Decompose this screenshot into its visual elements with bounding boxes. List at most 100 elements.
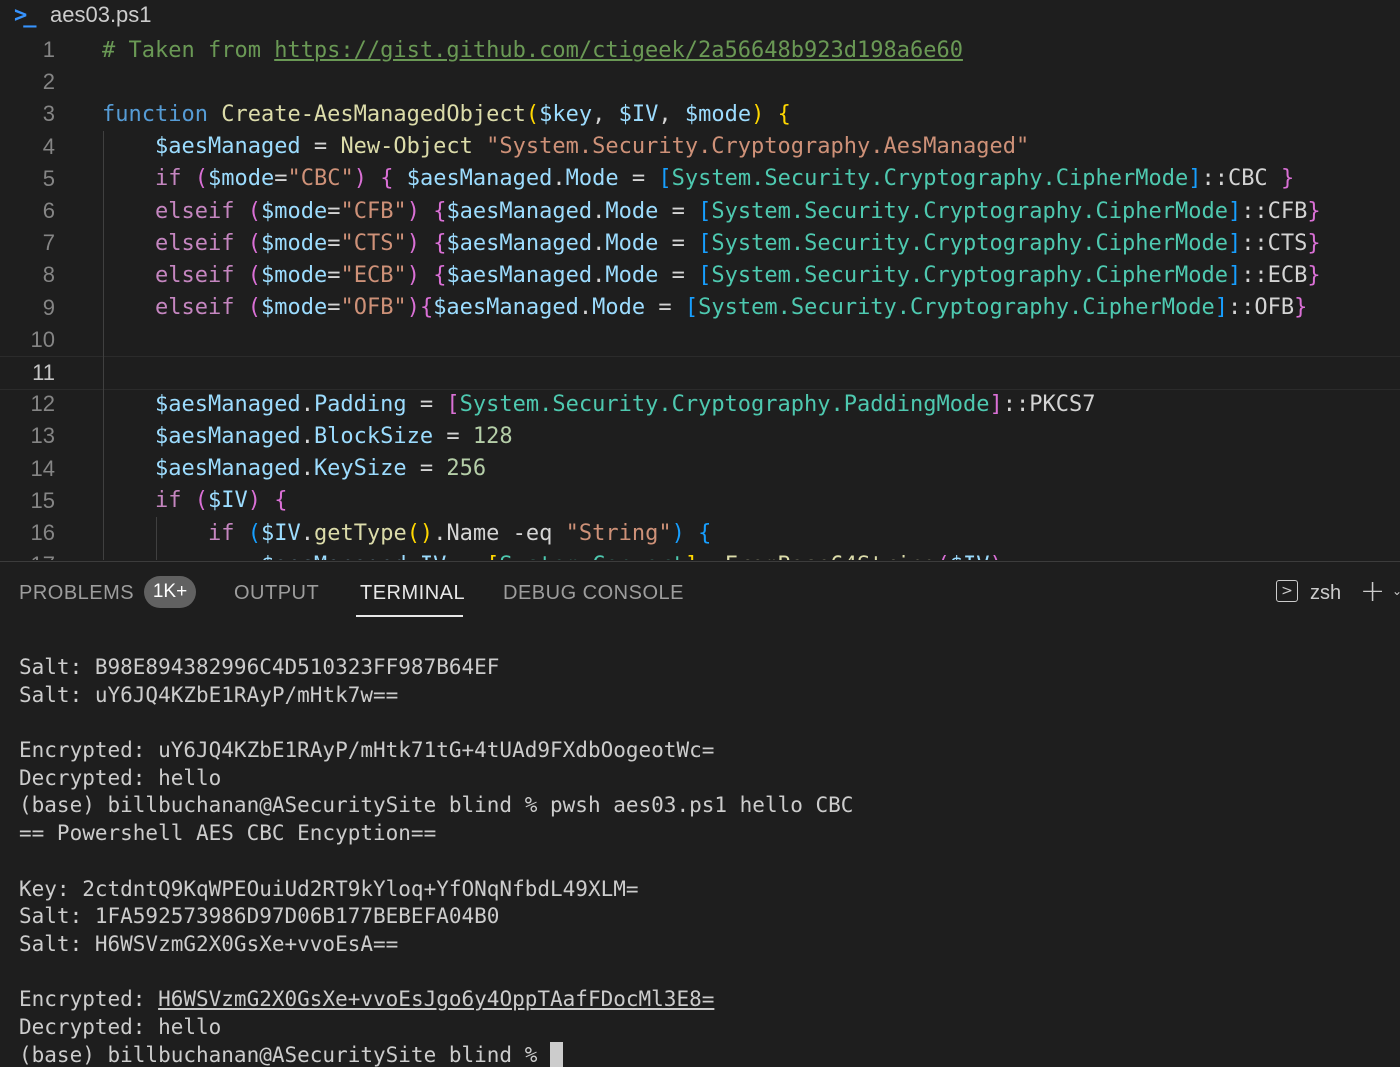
code-line[interactable]: 3 function Create-AesManagedObject($key, … (0, 98, 1400, 130)
code-token: . (433, 520, 447, 546)
line-number: 6 (42, 198, 55, 223)
code-token: ( (194, 488, 208, 514)
code-line[interactable]: 2 (0, 66, 1400, 98)
code-token: ( (247, 295, 261, 321)
code-token: = (274, 166, 288, 192)
code-token: ::CFB (1241, 198, 1308, 224)
encrypted-output-link[interactable]: H6WSVzmG2X0GsXe+vvoEsJgo6y4OppTAafFDocMl… (158, 987, 714, 1011)
code-token: ::FromBase64String (698, 553, 936, 560)
code-text: $aesManaged.BlockSize = 128 (102, 424, 513, 449)
code-line[interactable]: 1 # Taken from https://gist.github.com/ct… (0, 34, 1400, 66)
tab-problems[interactable]: PROBLEMS (19, 582, 134, 605)
shell-name-label[interactable]: zsh (1310, 582, 1341, 605)
line-number: 7 (42, 230, 55, 256)
code-token: { (777, 101, 791, 127)
code-line[interactable]: 15 if ($IV) { (0, 485, 1400, 517)
code-text: elseif ($mode="OFB"){$aesManaged.Mode = … (102, 295, 1307, 320)
code-token: elseif (154, 262, 235, 288)
code-line[interactable]: 7 elseif ($mode="CTS") {$aesManaged.Mode… (0, 227, 1400, 259)
problems-count-badge: 1K+ (144, 576, 196, 608)
code-token: $IV (950, 553, 990, 560)
tab-output[interactable]: OUTPUT (234, 582, 319, 605)
editor-tab[interactable]: >_ aes03.ps1 (0, 0, 1400, 30)
code-token: $mode (260, 198, 328, 224)
code-token: = (300, 134, 341, 160)
code-text: if ($mode="CBC") { $aesManaged.Mode = [S… (102, 166, 1294, 191)
plus-icon[interactable]: + (1360, 574, 1385, 609)
code-token: System.Security.Cryptography.PaddingMode (459, 391, 990, 417)
code-token: $aesManaged (406, 166, 553, 192)
code-token: elseif (154, 198, 235, 224)
chevron-down-icon[interactable]: ⌄ (1392, 584, 1400, 598)
terminal-line: Salt: uY6JQ4KZbE1RAyP/mHtk7w== (19, 682, 399, 707)
code-token: ) (671, 520, 685, 546)
code-token: elseif (154, 230, 235, 256)
code-line[interactable]: 12 $aesManaged.Padding = [System.Securit… (0, 388, 1400, 420)
code-line[interactable]: 11 (0, 356, 1400, 390)
code-token: BlockSize (313, 423, 434, 449)
terminal-output[interactable]: Salt: B98E894382996C4D510323FF987B64EF Sa… (19, 654, 1389, 1067)
code-token: Create-AesManagedObject (221, 101, 526, 127)
code-line[interactable]: 6 elseif ($mode="CFB") {$aesManaged.Mode… (0, 195, 1400, 227)
code-token: { (274, 488, 288, 514)
code-text: if ($IV.getType().Name -eq "String") { (102, 521, 711, 546)
code-line[interactable]: 10 (0, 324, 1400, 356)
tab-title: aes03.ps1 (50, 2, 152, 27)
code-token: ( (247, 230, 261, 256)
code-token: ] (1227, 262, 1242, 288)
code-line[interactable]: 4 $aesManaged = New-Object "System.Secur… (0, 131, 1400, 163)
code-line[interactable]: 14 $aesManaged.KeySize = 256 (0, 453, 1400, 485)
tab-terminal[interactable]: TERMINAL (360, 582, 465, 605)
code-token: [ (698, 230, 712, 256)
code-line[interactable]: 9 elseif ($mode="OFB"){$aesManaged.Mode … (0, 292, 1400, 324)
code-line[interactable]: 13 $aesManaged.BlockSize = 128 (0, 420, 1400, 452)
code-line[interactable]: 8 elseif ($mode="ECB") {$aesManaged.Mode… (0, 259, 1400, 291)
line-number: 15 (30, 487, 55, 513)
code-token: ] (1214, 295, 1228, 321)
code-token: $mode (260, 295, 328, 321)
code-text: $aesManaged.KeySize = 256 (102, 456, 486, 481)
code-token: . (578, 295, 593, 321)
code-token: [ (486, 553, 499, 560)
code-token: , (592, 101, 619, 127)
code-text: elseif ($mode="CFB") {$aesManaged.Mode =… (102, 199, 1321, 224)
terminal-icon[interactable]: > (1276, 580, 1298, 602)
code-token: $aesManaged (446, 230, 593, 256)
code-token: = (446, 553, 486, 560)
indent-guide (155, 517, 157, 560)
code-token: = (433, 423, 473, 449)
code-token: { (433, 262, 447, 288)
code-token: function (102, 101, 222, 127)
code-line[interactable]: 17 $aesManaged.IV = [System.Convert]::Fr… (0, 549, 1400, 560)
code-token: ( (247, 198, 261, 224)
code-text: $aesManaged.Padding = [System.Security.C… (102, 392, 1095, 417)
terminal-line: Salt: H6WSVzmG2X0GsXe+vvoEsA== (19, 931, 399, 956)
code-token: $IV (207, 488, 248, 514)
code-token: } (1307, 230, 1321, 256)
code-token: ( (937, 553, 950, 560)
code-line[interactable]: 5 if ($mode="CBC") { $aesManaged.Mode = … (0, 163, 1400, 195)
code-text: elseif ($mode="ECB") {$aesManaged.Mode =… (102, 263, 1321, 288)
code-text: $aesManaged.IV = [System.Convert]::FromB… (102, 553, 1003, 560)
code-token: [ (698, 262, 712, 288)
line-number: 1 (42, 37, 55, 62)
code-editor[interactable]: 1 # Taken from https://gist.github.com/ct… (0, 34, 1400, 560)
code-line[interactable]: 16 if ($IV.getType().Name -eq "String") … (0, 517, 1400, 549)
code-token: ( (247, 520, 261, 546)
tab-debug-console[interactable]: DEBUG CONSOLE (503, 582, 684, 605)
code-token: } (1294, 295, 1308, 321)
code-token: System.Security.Cryptography.CipherMode (711, 198, 1228, 224)
